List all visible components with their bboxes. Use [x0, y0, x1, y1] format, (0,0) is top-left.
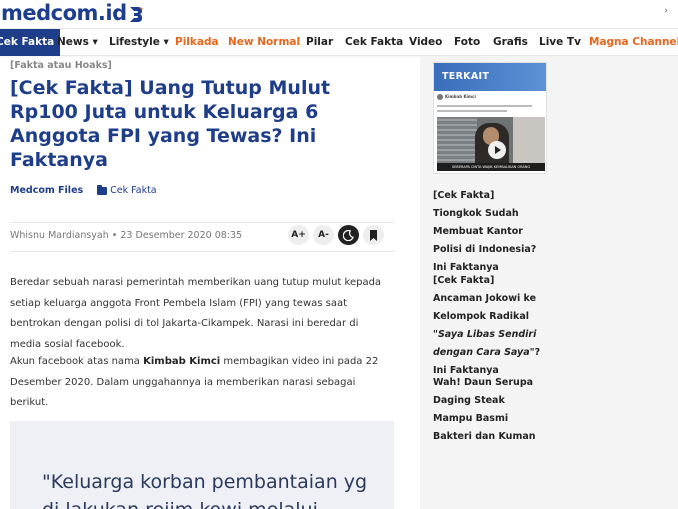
nav-item-live-tv[interactable]: Live Tv: [539, 29, 581, 56]
sidebar-link-1[interactable]: [Cek Fakta] Tiongkok Sudah Membuat Kanto…: [433, 187, 545, 277]
quote-text: "Keluarga korban pembantaian yg di lakuk…: [42, 468, 382, 509]
article-paragraph-1: Beredar sebuah narasi pemerintah memberi…: [10, 277, 382, 350]
dark-mode-button[interactable]: [338, 225, 359, 245]
article-category[interactable]: [Fakta atau Hoaks]: [10, 60, 112, 71]
thumb-post-name: Kimbab Kimci: [445, 94, 476, 99]
paragraph-2-text: Akun facebook atas nama: [10, 356, 144, 367]
nav-item-pilar[interactable]: Pilar: [306, 29, 333, 56]
related-badge-label: TERKAIT: [442, 71, 490, 82]
nav-item-video[interactable]: Video: [409, 29, 442, 56]
nav-item-magna-channel[interactable]: Magna Channel: [589, 29, 678, 56]
article-paragraph-2: Akun facebook atas nama Kimbab Kimci mem…: [10, 352, 392, 414]
related-badge: TERKAIT: [434, 63, 546, 91]
thumb-post-header: Kimbab Kimci: [437, 94, 545, 116]
account-name: Kimbab Kimci: [143, 356, 221, 367]
logo-mark-icon: [129, 5, 143, 22]
nav-item-cek-fakta-active[interactable]: Cek Fakta: [0, 29, 61, 56]
section-link[interactable]: Cek Fakta: [97, 184, 157, 196]
logo-text: medcom.id: [1, 1, 127, 25]
video-thumbnail[interactable]: SEBERAPA CINTA WAJIB KEMBALIKAN ORANG: [437, 117, 545, 171]
nav-item-foto[interactable]: Foto: [454, 29, 480, 56]
main-nav: Cek Fakta News ▾ Lifestyle ▾ Pilkada New…: [0, 28, 678, 56]
article-tags: Medcom Files Cek Fakta: [10, 184, 157, 196]
sidebar-link-2[interactable]: [Cek Fakta] Ancaman Jokowi ke Kelompok R…: [433, 272, 545, 380]
nav-item-grafis[interactable]: Grafis: [493, 29, 528, 56]
section-label: Cek Fakta: [110, 185, 157, 196]
divider-top: [10, 222, 394, 223]
thumb-caption: SEBERAPA CINTA WAJIB KEMBALIKAN ORANG: [437, 163, 545, 171]
folder-icon: [97, 184, 108, 195]
sidebar-link-3[interactable]: Wah! Daun Serupa Daging Steak Mampu Basm…: [433, 374, 545, 446]
thumb-text-line: [437, 105, 532, 107]
article-title: [Cek Fakta] Uang Tutup Mulut Rp100 Juta …: [10, 77, 331, 171]
sidebar-link-2-quote: "Saya Libas Sendiri dengan Cara Saya": [433, 329, 537, 358]
nav-item-news[interactable]: News ▾: [57, 29, 98, 56]
play-icon[interactable]: [488, 141, 506, 159]
font-increase-button[interactable]: A+: [288, 225, 309, 245]
nav-item-new-normal[interactable]: New Normal: [228, 29, 300, 56]
divider-bottom: [10, 251, 394, 252]
moon-icon: [343, 229, 354, 241]
quote-line-1: "Keluarga korban pembantaian yg: [42, 471, 368, 493]
nav-item-lifestyle[interactable]: Lifestyle ▾: [109, 29, 169, 56]
bookmark-button[interactable]: [363, 225, 384, 245]
byline: Whisnu Mardiansyah • 23 Desember 2020 08…: [10, 230, 243, 241]
nav-item-pilkada[interactable]: Pilkada: [175, 29, 219, 56]
source-link[interactable]: Medcom Files: [10, 185, 83, 196]
top-bar: medcom.id ›: [0, 0, 678, 28]
site-logo[interactable]: medcom.id: [0, 0, 143, 26]
quote-line-2: di lakukan rejim kowi melalui: [42, 496, 382, 509]
article-tools: A+ A-: [288, 225, 384, 245]
sidebar-link-2-text: [Cek Fakta] Ancaman Jokowi ke Kelompok R…: [433, 275, 537, 322]
nav-item-cek-fakta[interactable]: Cek Fakta: [345, 29, 403, 56]
related-card[interactable]: TERKAIT Kimbab Kimci SEBERAPA CINTA WAJI…: [433, 62, 547, 174]
avatar: [437, 94, 443, 100]
font-decrease-button[interactable]: A-: [313, 225, 334, 245]
bookmark-icon: [370, 229, 377, 241]
expand-arrow-icon[interactable]: ›: [664, 6, 668, 16]
thumb-text-line: [437, 110, 507, 112]
